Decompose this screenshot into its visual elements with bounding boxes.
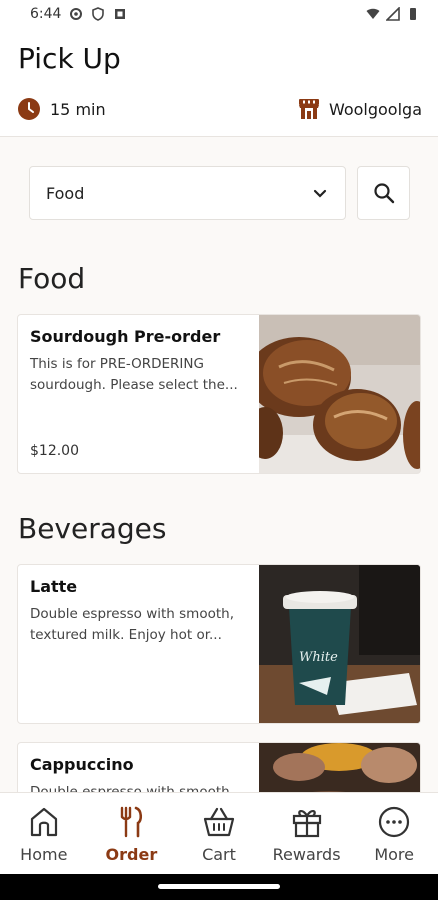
filter-row: Food	[29, 166, 410, 220]
status-bar: 6:44	[0, 0, 438, 28]
nav-order[interactable]: Order	[88, 793, 176, 874]
sourdough-bread-photo	[259, 315, 420, 473]
nav-home[interactable]: Home	[0, 793, 88, 874]
battery-icon	[410, 8, 416, 20]
nav-rewards-label: Rewards	[272, 845, 341, 864]
latte-cup-photo: White	[259, 565, 420, 723]
menu-item-description: This is for PRE-ORDERING sourdough. Plea…	[30, 356, 238, 393]
gesture-bar	[0, 874, 438, 900]
shield-icon	[92, 7, 105, 21]
menu-item-price: $12.00	[30, 443, 79, 459]
bottom-nav: Home Order Cart Rewards More	[0, 792, 438, 874]
nav-order-label: Order	[105, 845, 158, 864]
nav-more[interactable]: More	[350, 793, 438, 874]
menu-item-name: Latte	[30, 577, 78, 596]
search-icon	[373, 183, 394, 204]
status-time: 6:44	[30, 6, 62, 22]
gift-icon	[292, 810, 321, 838]
pickup-time-estimate: 15 min	[18, 98, 106, 120]
time-estimate-label: 15 min	[50, 99, 106, 119]
wifi-icon	[366, 8, 380, 19]
nav-rewards[interactable]: Rewards	[263, 793, 351, 874]
menu-item-description: Double espresso with smooth, textured mi…	[30, 606, 234, 643]
nav-home-label: Home	[20, 845, 68, 864]
home-icon	[30, 807, 57, 837]
store-icon	[298, 99, 319, 119]
store-selector[interactable]: Woolgoolga	[297, 98, 422, 120]
page-header: Pick Up 15 min Woolgoolga	[0, 28, 438, 137]
menu-item-card[interactable]: Latte Double espresso with smooth, textu…	[17, 564, 421, 724]
clock-icon	[18, 98, 40, 120]
nav-more-label: More	[374, 845, 414, 864]
section-title-food: Food	[18, 262, 86, 295]
category-dropdown[interactable]: Food	[29, 166, 346, 220]
chevron-down-icon	[313, 189, 327, 198]
home-gesture-handle[interactable]	[158, 884, 280, 889]
menu-item-name: Cappuccino	[30, 755, 134, 774]
square-icon	[115, 9, 126, 19]
page-title: Pick Up	[18, 42, 121, 75]
more-dots-icon	[379, 806, 410, 838]
signal-icon	[386, 7, 400, 21]
store-name: Woolgoolga	[328, 99, 422, 119]
menu-item-card[interactable]: Sourdough Pre-order This is for PRE-ORDE…	[17, 314, 421, 474]
basket-icon	[203, 807, 235, 837]
nav-cart-label: Cart	[202, 845, 236, 864]
menu-item-name: Sourdough Pre-order	[30, 327, 221, 346]
settings-icon	[70, 8, 83, 20]
svg-text:White: White	[299, 650, 338, 665]
fork-knife-icon	[121, 806, 143, 838]
category-selected-value: Food	[46, 183, 85, 203]
section-title-beverages: Beverages	[18, 512, 167, 545]
nav-cart[interactable]: Cart	[175, 793, 263, 874]
search-button[interactable]	[357, 166, 410, 220]
